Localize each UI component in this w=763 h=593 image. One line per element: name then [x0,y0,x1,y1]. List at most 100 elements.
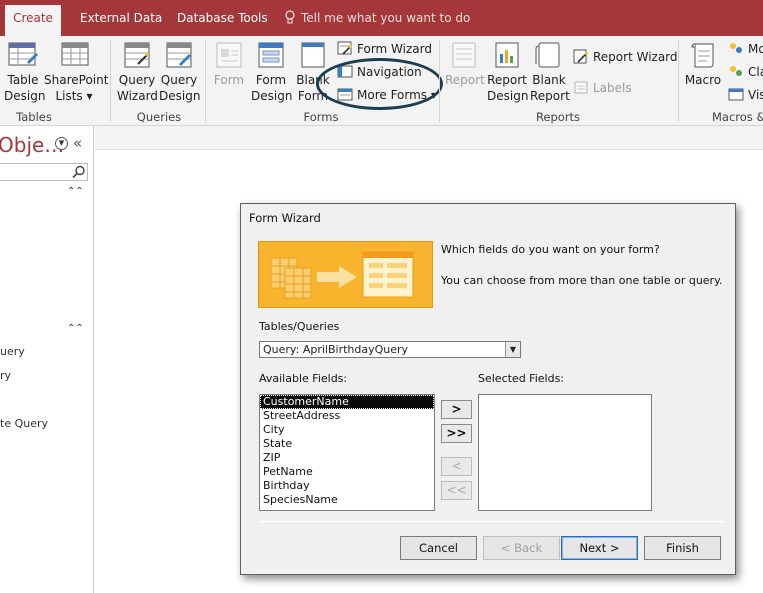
form-wizard-button[interactable]: Form Wizard [337,41,432,56]
wizard-prompt: Which fields do you want on your form? [441,243,660,256]
module-button[interactable]: Mo [728,41,763,56]
visual-basic-label: Visu [748,87,763,102]
tables-queries-select[interactable]: Query: AprilBirthdayQuery ▼ [259,341,521,358]
ribbon-separator [205,40,206,122]
back-button[interactable]: < Back [483,536,560,560]
macro-button[interactable]: Macro [684,40,722,88]
labels-icon [574,81,588,94]
blank-form-label-1: Blank [296,73,330,87]
group-label-macros: Macros & [712,110,763,124]
form-wizard-dialog: Form Wizard Which fields do you want on … [240,203,736,575]
available-fields-label: Available Fields: [259,372,348,385]
wizard-hint: You can choose from more than one table … [441,274,723,287]
cancel-button[interactable]: Cancel [400,536,477,560]
query-design-icon [166,42,192,68]
tab-database-tools[interactable]: Database Tools [177,5,268,36]
sharepoint-lists-button[interactable]: SharePoint Lists ▾ [44,40,109,104]
list-item[interactable]: StreetAddress [260,409,434,423]
module-icon [730,43,742,53]
nav-item[interactable]: uery [0,345,25,358]
labels-button[interactable]: Labels [573,80,632,95]
navigation-label: Navigation [357,64,422,79]
next-button[interactable]: Next > [561,536,638,560]
available-fields-list[interactable]: CustomerName StreetAddress City State ZI… [259,394,435,511]
report-design-icon [495,42,519,68]
tables-queries-value: Query: AprilBirthdayQuery [263,343,409,356]
selected-fields-list[interactable] [478,394,652,511]
dialog-divider [259,521,725,522]
finish-button[interactable]: Finish [644,536,721,560]
group-label-queries: Queries [136,110,182,124]
class-module-label: Cla [748,64,763,79]
selected-fields-label: Selected Fields: [478,372,565,385]
query-wizard-icon [124,42,150,68]
dropdown-arrow-icon[interactable]: ▼ [505,342,520,357]
sharepoint-lists-icon [61,42,89,66]
list-item[interactable]: ZIP [260,451,434,465]
document-tab-strip [95,126,763,150]
form-wizard-label: Form Wizard [357,41,432,56]
navigation-pane: Obje… ▼ « ⌃⌃ ⌃⌃ uery ry te Query [0,126,94,593]
blank-form-label-2: Form [297,89,329,103]
visual-basic-button[interactable]: Visu [728,87,763,102]
more-forms-button[interactable]: More Forms ▾ [337,87,437,102]
remove-all-fields-button[interactable]: << [441,481,472,500]
nav-item[interactable]: te Query [0,417,48,430]
list-item[interactable]: PetName [260,465,434,479]
wizard-banner-image [258,241,433,308]
blank-report-button[interactable]: Blank Report [530,40,570,104]
chevron-up-icon[interactable]: ⌃⌃ [67,323,84,334]
tables-queries-label: Tables/Queries [259,320,340,333]
tell-me-text: Tell me what you want to do [301,10,471,25]
list-item[interactable]: Birthday [260,479,434,493]
group-label-tables: Tables [16,110,52,124]
labels-label: Labels [593,80,632,95]
move-all-fields-button[interactable]: >> [441,424,472,443]
list-item[interactable]: State [260,437,434,451]
search-icon[interactable] [72,165,86,179]
report-wizard-icon [573,49,589,64]
more-forms-label: More Forms ▾ [357,87,437,102]
group-label-forms: Forms [303,110,339,124]
nav-collapse-icon[interactable]: « [73,134,82,152]
blank-form-icon [301,42,325,68]
tab-create[interactable]: Create [5,5,61,36]
form-design-label-2: Design [251,89,293,103]
nav-menu-dropdown-icon[interactable]: ▼ [55,137,68,150]
remove-field-button[interactable]: < [441,457,472,476]
ribbon-separator [678,40,679,122]
more-forms-icon [337,88,353,101]
move-field-button[interactable]: > [441,400,472,419]
sharepoint-lists-label-1: SharePoint [44,73,109,87]
report-design-button[interactable]: Report Design [487,40,528,104]
tab-external-data[interactable]: External Data [80,5,162,36]
table-design-label-2: Design [4,89,46,103]
report-icon [452,42,476,68]
ribbon-tab-bar: Create External Data Database Tools Tell… [0,0,763,36]
nav-item[interactable]: ry [0,369,11,382]
navigation-icon [337,65,353,78]
report-wizard-label: Report Wizard [593,49,678,64]
table-design-button[interactable]: Table Design [4,40,46,104]
list-item[interactable]: CustomerName [260,395,434,409]
group-label-reports: Reports [535,110,581,124]
class-module-button[interactable]: Cla [728,64,763,79]
report-label: Report [445,73,485,87]
dialog-body: Which fields do you want on your form? Y… [248,232,730,569]
ribbon: Table Design SharePoint Lists ▾ Tables Q… [0,36,763,126]
chevron-up-icon[interactable]: ⌃⌃ [67,186,84,197]
query-design-button[interactable]: Query Design [159,40,200,104]
tell-me-box[interactable]: Tell me what you want to do [284,10,470,25]
navigation-button[interactable]: Navigation [337,64,422,79]
list-item[interactable]: City [260,423,434,437]
form-design-button[interactable]: Form Design [251,40,293,104]
visual-basic-icon [728,88,744,101]
query-design-label-1: Query [160,73,198,87]
blank-form-button[interactable]: Blank Form [295,40,331,104]
form-button[interactable]: Form [212,40,246,88]
class-module-icon [730,66,742,76]
report-button[interactable]: Report [445,40,485,88]
list-item[interactable]: SpeciesName [260,493,434,507]
query-wizard-button[interactable]: Query Wizard [117,40,158,104]
report-wizard-button[interactable]: Report Wizard [573,49,678,64]
